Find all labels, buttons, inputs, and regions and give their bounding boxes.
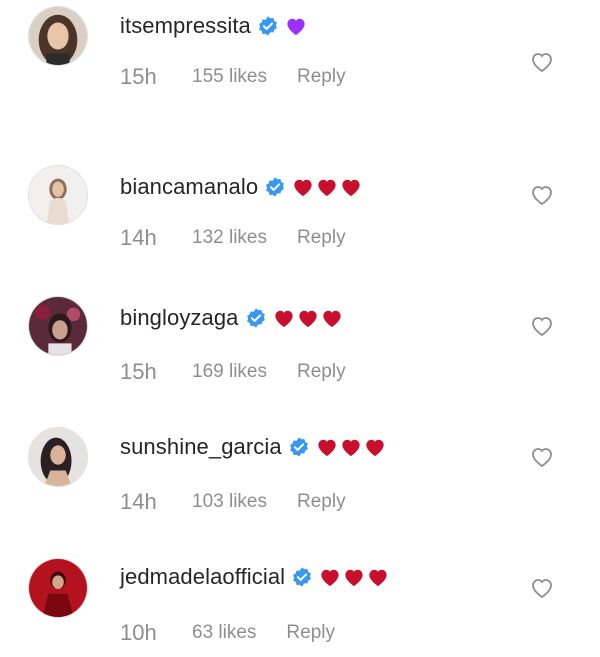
comment-item: itsempressita 15h 155 likes Reply bbox=[0, 0, 600, 131]
verified-badge-icon bbox=[246, 308, 265, 328]
red-heart-icon bbox=[342, 439, 360, 457]
purple-heart-icon bbox=[287, 18, 305, 36]
avatar[interactable] bbox=[28, 165, 88, 225]
avatar[interactable] bbox=[28, 427, 88, 487]
red-heart-icon bbox=[298, 310, 317, 328]
timestamp: 14h bbox=[120, 225, 157, 250]
red-heart-icon bbox=[318, 179, 336, 197]
avatar[interactable] bbox=[28, 296, 88, 356]
comment-header: biancamanalo bbox=[120, 171, 364, 203]
comment-header: itsempressita bbox=[120, 10, 309, 42]
verified-badge-icon bbox=[259, 16, 277, 36]
red-heart-icon bbox=[345, 569, 363, 587]
comment-meta: 15h 155 likes Reply bbox=[120, 62, 346, 92]
username[interactable]: sunshine_garcia bbox=[120, 434, 282, 460]
likes-count[interactable]: 155 likes bbox=[192, 66, 267, 88]
heart-outline-icon[interactable] bbox=[530, 577, 554, 599]
timestamp: 15h bbox=[120, 359, 157, 384]
verified-badge-icon bbox=[289, 437, 308, 457]
likes-count[interactable]: 103 likes bbox=[192, 491, 267, 513]
timestamp: 15h bbox=[120, 64, 157, 89]
comments-list: itsempressita 15h 155 likes Reply bianca… bbox=[0, 0, 600, 657]
comment-header: jedmadelaofficial bbox=[120, 561, 391, 593]
red-heart-icon bbox=[318, 439, 336, 457]
comment-text bbox=[285, 16, 309, 36]
verified-badge-icon bbox=[266, 177, 285, 197]
heart-outline-icon[interactable] bbox=[530, 446, 554, 468]
heart-outline-icon[interactable] bbox=[530, 51, 554, 73]
likes-count[interactable]: 132 likes bbox=[192, 227, 267, 249]
comment-header: bingloyzaga bbox=[120, 302, 345, 334]
verified-badge-icon bbox=[293, 567, 312, 587]
comment-meta: 14h 132 likes Reply bbox=[120, 223, 346, 253]
reply-button[interactable]: Reply bbox=[286, 622, 335, 644]
comment-meta: 10h 63 likes Reply bbox=[120, 618, 335, 648]
username[interactable]: bingloyzaga bbox=[120, 305, 239, 331]
red-heart-icon bbox=[369, 569, 387, 587]
comment-meta: 15h 169 likes Reply bbox=[120, 357, 346, 387]
reply-button[interactable]: Reply bbox=[297, 227, 346, 249]
avatar-image bbox=[29, 297, 87, 355]
avatar-image bbox=[29, 428, 87, 486]
comment-text bbox=[316, 437, 388, 457]
comment-header: sunshine_garcia bbox=[120, 431, 388, 463]
red-heart-icon bbox=[294, 179, 312, 197]
reply-button[interactable]: Reply bbox=[297, 361, 346, 383]
username[interactable]: jedmadelaofficial bbox=[120, 564, 285, 590]
likes-count[interactable]: 169 likes bbox=[192, 361, 267, 383]
comment-text bbox=[319, 567, 391, 587]
likes-count[interactable]: 63 likes bbox=[192, 622, 256, 644]
reply-button[interactable]: Reply bbox=[297, 66, 346, 88]
red-heart-icon bbox=[366, 439, 384, 457]
reply-button[interactable]: Reply bbox=[297, 491, 346, 513]
comment-item: jedmadelaofficial 10h 63 likes Reply bbox=[0, 524, 600, 655]
red-heart-icon bbox=[274, 310, 293, 328]
red-heart-icon bbox=[342, 179, 360, 197]
heart-outline-icon[interactable] bbox=[530, 315, 554, 337]
comment-meta: 14h 103 likes Reply bbox=[120, 487, 346, 517]
username[interactable]: itsempressita bbox=[120, 13, 251, 39]
comment-item: biancamanalo 14h 132 likes Reply bbox=[0, 131, 600, 262]
comment-text bbox=[273, 308, 345, 328]
username[interactable]: biancamanalo bbox=[120, 174, 258, 200]
timestamp: 10h bbox=[120, 620, 157, 645]
timestamp: 14h bbox=[120, 489, 157, 514]
avatar-image bbox=[29, 7, 87, 65]
avatar[interactable] bbox=[28, 6, 88, 66]
red-heart-icon bbox=[322, 310, 341, 328]
red-heart-icon bbox=[321, 569, 339, 587]
heart-outline-icon[interactable] bbox=[530, 184, 554, 206]
avatar-image bbox=[29, 166, 87, 224]
comment-item: bingloyzaga 15h 169 likes Reply bbox=[0, 262, 600, 393]
comment-text bbox=[292, 177, 364, 197]
comment-item: sunshine_garcia 14h 103 likes Reply bbox=[0, 393, 600, 524]
avatar[interactable] bbox=[28, 558, 88, 618]
avatar-image bbox=[29, 559, 87, 617]
